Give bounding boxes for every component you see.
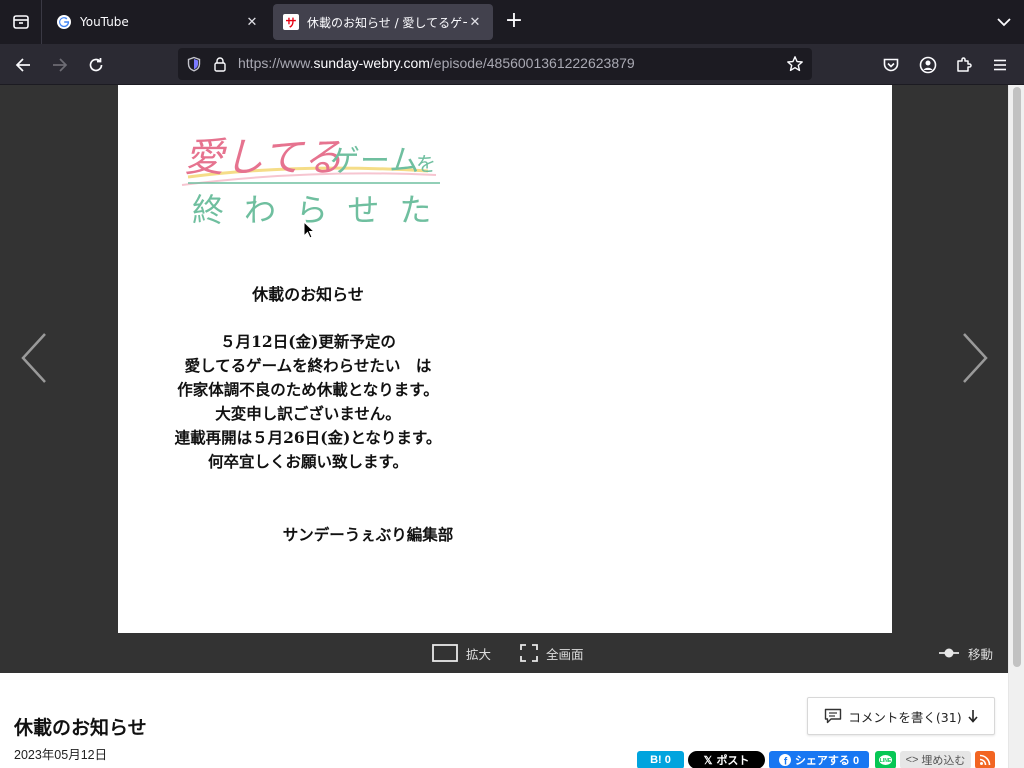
episode-title: 休載のお知らせ (14, 717, 147, 739)
arrow-right-icon (53, 58, 68, 72)
menu-button[interactable] (987, 52, 1013, 78)
logo-green-text-3: 終わらせたい (192, 191, 448, 229)
tab-list-button[interactable] (0, 0, 42, 44)
facebook-share-button[interactable]: f シェアする 0 (769, 751, 869, 768)
close-tab-icon[interactable]: ✕ (244, 14, 260, 30)
google-icon (57, 15, 71, 29)
tab-youtube[interactable]: YouTube ✕ (46, 4, 270, 40)
fullscreen-button[interactable]: 全画面 (520, 633, 584, 673)
arrow-down-icon (967, 710, 978, 723)
reload-button[interactable] (83, 52, 109, 78)
notice-line: 何卒宜しくお願い致します。 (208, 452, 408, 471)
facebook-label: シェアする 0 (794, 755, 860, 767)
notice-line: 連載再開は５月26日(金)となります。 (174, 428, 442, 447)
logo-pink-text: 愛してる (184, 135, 343, 181)
svg-text:サ: サ (286, 17, 297, 30)
write-comment-button[interactable]: コメントを書く(31) (807, 697, 995, 735)
url-prefix: https://www. (238, 55, 314, 71)
logo-green-text-1: ゲーム (330, 144, 419, 179)
url-path: /episode/4856001361222623879 (429, 55, 635, 71)
zoom-frame-icon (432, 644, 458, 662)
tab-list-icon (12, 15, 29, 29)
logo-green-text-2: を (416, 152, 436, 176)
notice-signature: サンデーうぇぶり編集部 (282, 525, 454, 544)
chevron-left-icon[interactable] (17, 330, 51, 386)
comic-page[interactable]: 愛してる ゲーム を 終わらせたい 休載のお知らせ ５月12日(金)更新予定の … (118, 85, 892, 633)
url-bar[interactable]: https://www.sunday-webry.com/episode/485… (178, 48, 812, 80)
notice-line: 大変申し訳ございません。 (215, 404, 401, 423)
url-domain: sunday-webry.com (313, 55, 430, 71)
hamburger-menu-icon (994, 59, 1006, 71)
move-label: 移動 (968, 646, 994, 662)
embed-button[interactable]: <> 埋め込む (900, 751, 971, 768)
forward-button[interactable] (47, 52, 73, 78)
web-page: 愛してる ゲーム を 終わらせたい 休載のお知らせ ５月12日(金)更新予定の … (0, 85, 1024, 768)
zoom-label: 拡大 (466, 646, 492, 662)
arrow-left-icon (15, 58, 30, 72)
comment-icon (825, 708, 842, 724)
notice-title: 休載のお知らせ (252, 285, 364, 304)
notice-line: 作家体調不良のため休載となります。 (177, 380, 439, 399)
sunday-webry-icon: サ (283, 14, 299, 30)
line-icon: LINE (879, 754, 892, 765)
navigation-bar: https://www.sunday-webry.com/episode/485… (0, 44, 1024, 85)
tab-active[interactable]: サ 休載のお知らせ / 愛してるゲーム ✕ (273, 4, 493, 40)
x-logo-icon: 𝕏 (703, 754, 713, 767)
move-toggle[interactable]: 移動 (938, 633, 993, 673)
chevron-right-icon[interactable] (958, 330, 992, 386)
shield-icon[interactable] (186, 56, 202, 72)
rss-icon (979, 754, 991, 766)
back-button[interactable] (10, 52, 36, 78)
lock-icon[interactable] (212, 56, 228, 72)
episode-date: 2023年05月12日 (14, 748, 108, 762)
puzzle-icon (957, 57, 972, 72)
close-tab-icon[interactable]: ✕ (467, 14, 483, 30)
chevron-down-icon[interactable] (994, 12, 1014, 32)
svg-text:LINE: LINE (880, 758, 892, 764)
comment-button-label: コメントを書く(31) (848, 709, 962, 725)
comic-viewer[interactable]: 愛してる ゲーム を 終わらせたい 休載のお知らせ ５月12日(金)更新予定の … (0, 85, 1008, 673)
notice-line: ５月12日(金)更新予定の (220, 332, 396, 351)
fullscreen-icon (520, 644, 538, 662)
new-tab-button[interactable]: + (502, 10, 526, 34)
hatena-bookmark-button[interactable]: B! 0 (637, 751, 684, 768)
account-button[interactable] (915, 52, 941, 78)
x-post-label: ポスト (716, 755, 750, 767)
pocket-button[interactable] (878, 52, 904, 78)
x-post-button[interactable]: 𝕏 ポスト (688, 751, 765, 768)
tab-title: 休載のお知らせ / 愛してるゲーム (307, 15, 467, 30)
tab-bar: YouTube ✕ サ 休載のお知らせ / 愛してるゲーム ✕ + (0, 0, 1024, 44)
hatena-label: B! 0 (650, 754, 671, 766)
reload-icon (89, 58, 103, 72)
page-scrollbar[interactable] (1008, 85, 1024, 768)
notice-body: ５月12日(金)更新予定の 愛してるゲームを終わらせたい は 作家体調不良のため… (158, 330, 458, 474)
rss-button[interactable] (975, 751, 995, 768)
zoom-button[interactable]: 拡大 (432, 633, 491, 673)
slider-toggle-icon (939, 648, 959, 658)
embed-label: 埋め込む (921, 755, 966, 767)
extensions-button[interactable] (951, 52, 977, 78)
fullscreen-label: 全画面 (546, 646, 584, 662)
mouse-cursor-icon (303, 221, 315, 239)
notice-line: 愛してるゲームを終わらせたい は (184, 356, 432, 375)
scrollbar-thumb[interactable] (1013, 87, 1021, 667)
tab-title: YouTube (80, 15, 129, 29)
star-icon[interactable] (786, 55, 804, 73)
viewer-toolbar: 拡大 全画面 移動 (0, 633, 1008, 673)
pocket-icon (883, 58, 899, 72)
code-brackets-icon: <> (905, 754, 919, 766)
url-text[interactable]: https://www.sunday-webry.com/episode/485… (238, 55, 635, 71)
facebook-icon: f (778, 754, 791, 766)
line-share-button[interactable]: LINE (875, 751, 896, 768)
account-icon (919, 56, 937, 74)
series-logo: 愛してる ゲーム を 終わらせたい (181, 135, 448, 229)
